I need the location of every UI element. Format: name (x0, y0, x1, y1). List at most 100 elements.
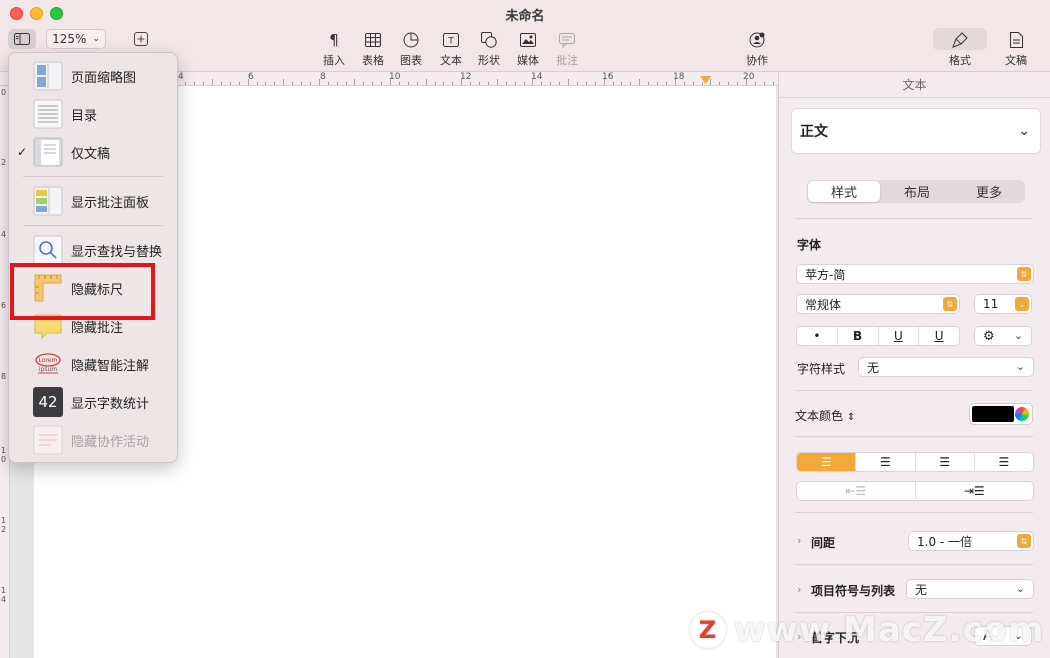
chevron-right-icon[interactable]: › (797, 534, 801, 547)
align-left-button[interactable]: ☰ (797, 453, 857, 471)
svg-text:ipsum: ipsum (39, 366, 57, 373)
font-family-select[interactable]: 苹方-简 ⇅ (796, 264, 1034, 284)
collaborate-icon (749, 32, 765, 48)
bullets-select[interactable]: 无 ⌄ (906, 579, 1034, 599)
ruler-number: 8 (1, 372, 7, 381)
ruler-tick (746, 79, 747, 85)
comment-button[interactable]: 批注 (544, 30, 590, 68)
comments-icon (33, 311, 63, 341)
ruler-tick (737, 82, 739, 85)
ruler-tick (559, 82, 561, 85)
watermark-logo: Z (690, 612, 726, 648)
svg-text:T: T (447, 37, 454, 47)
ruler-tick (630, 82, 632, 85)
outdent-icon: ⇤☰ (845, 484, 867, 498)
menu-item-label: 目录 (71, 108, 98, 124)
ruler-tick (265, 82, 267, 85)
ruler-tick (648, 82, 650, 85)
ruler-tick (550, 82, 552, 85)
ruler-tick (238, 82, 240, 85)
align-right-button[interactable]: ☰ (916, 453, 975, 471)
ruler-tick (576, 82, 578, 85)
align-justify-button[interactable]: ☰ (975, 453, 1033, 471)
font-weight-select[interactable]: 常规体 ⇅ (796, 294, 960, 314)
align-center-button[interactable]: ☰ (856, 453, 916, 471)
format-brush-icon (952, 32, 968, 48)
watermark-text: www.MacZ.com (734, 610, 1045, 650)
font-weight-value: 常规体 (805, 297, 842, 312)
collaborate-button[interactable]: 协作 (734, 30, 780, 68)
page-thumbnails-icon (33, 61, 63, 91)
indent-buttons: ⇤☰ ⇥☰ (796, 481, 1034, 501)
ruler-tick (327, 82, 329, 85)
menu-item-comments-pane[interactable]: 显示批注面板 (9, 182, 177, 220)
font-family-value: 苹方-简 (805, 267, 846, 282)
tab-layout[interactable]: 布局 (881, 180, 953, 203)
ruler-tick (728, 82, 730, 85)
ruler-tick (434, 82, 436, 85)
decrease-indent-button[interactable]: ⇤☰ (797, 482, 916, 500)
menu-item-toc[interactable]: 目录 (9, 95, 177, 133)
view-menu: 页面缩略图 目录 ✓ 仅文稿 显示批注面板 显示查找与替换 隐藏标尺 隐藏批注 … (8, 52, 178, 463)
menu-item-label: 隐藏标尺 (71, 282, 124, 298)
tab-more[interactable]: 更多 (953, 180, 1025, 203)
ruler-tick (229, 82, 231, 85)
document-button[interactable]: 文稿 (993, 30, 1039, 68)
italic-button[interactable]: U (879, 327, 920, 345)
collaboration-activity-icon (33, 425, 63, 455)
ruler-tick (683, 82, 685, 85)
find-replace-icon (33, 235, 63, 265)
menu-item-find-replace[interactable]: 显示查找与替换 (9, 231, 177, 269)
ruler-number: 20 (743, 72, 755, 82)
ruler-tick (354, 79, 356, 85)
add-page-button[interactable] (131, 29, 151, 49)
menu-item-hide-collab-activity: 隐藏协作活动 (9, 421, 177, 459)
ruler-tick (301, 82, 302, 85)
ruler-tick (398, 82, 400, 85)
align-left-icon: ☰ (820, 455, 832, 469)
ruler-number: 1 2 (1, 516, 7, 534)
ruler-tick (674, 79, 676, 85)
menu-item-word-count[interactable]: 42 显示字数统计 (9, 383, 177, 421)
chevron-down-icon: ⌄ (1018, 123, 1030, 139)
text-options-button[interactable]: • (797, 327, 838, 345)
ruler-tick (612, 82, 614, 85)
view-menu-button[interactable] (8, 29, 36, 49)
sidebar-icon (14, 33, 30, 45)
ruler-tick (381, 82, 383, 85)
format-button[interactable]: 格式 (937, 30, 983, 68)
text-color-well[interactable] (969, 403, 1033, 425)
zoom-select[interactable]: 125% ⌄ (46, 29, 106, 49)
underline-button[interactable]: U (919, 327, 959, 345)
menu-item-hide-ruler[interactable]: 隐藏标尺 (9, 269, 177, 307)
spacing-select[interactable]: 1.0 - 一倍 ⇅ (908, 531, 1034, 551)
color-wheel-icon[interactable] (1015, 407, 1029, 421)
menu-item-label: 隐藏协作活动 (71, 434, 150, 450)
char-style-select[interactable]: 无 ⌄ (858, 357, 1034, 377)
menu-item-hide-comments[interactable]: 隐藏批注 (9, 307, 177, 345)
increase-indent-button[interactable]: ⇥☰ (916, 482, 1034, 500)
align-right-icon: ☰ (939, 455, 950, 469)
font-size-field[interactable]: 11 ⌄ (974, 294, 1032, 314)
menu-item-label: 隐藏智能注解 (71, 358, 150, 374)
bold-button[interactable]: B (838, 327, 879, 345)
font-size-value: 11 (983, 297, 999, 311)
ruler-tick (194, 82, 196, 85)
divider (795, 218, 1033, 219)
inspector-tabs: 样式 布局 更多 (807, 180, 1025, 203)
word-count-icon: 42 (33, 387, 63, 417)
ruler-number: 1 0 (1, 446, 7, 464)
menu-item-page-thumbnails[interactable]: 页面缩略图 (9, 57, 177, 95)
paragraph-style-select[interactable]: 正文 ⌄ (791, 108, 1041, 154)
stepper-icon: ⇅ (1017, 534, 1031, 548)
menu-item-hide-smart-annotations[interactable]: Lorem ipsum 隐藏智能注解 (9, 345, 177, 383)
chevron-right-icon[interactable]: › (797, 583, 801, 596)
text-style-buttons: • B U U (796, 326, 960, 346)
text-color-label: 文本颜色 ⇕ (795, 407, 855, 424)
menu-item-document-only[interactable]: ✓ 仅文稿 (9, 133, 177, 171)
text-settings-button[interactable]: ⚙ ⌄ (974, 326, 1032, 346)
divider (795, 564, 1033, 565)
shape-icon (481, 32, 497, 48)
watermark: Z www.MacZ.com (690, 610, 1045, 650)
tab-style[interactable]: 样式 (808, 181, 880, 202)
